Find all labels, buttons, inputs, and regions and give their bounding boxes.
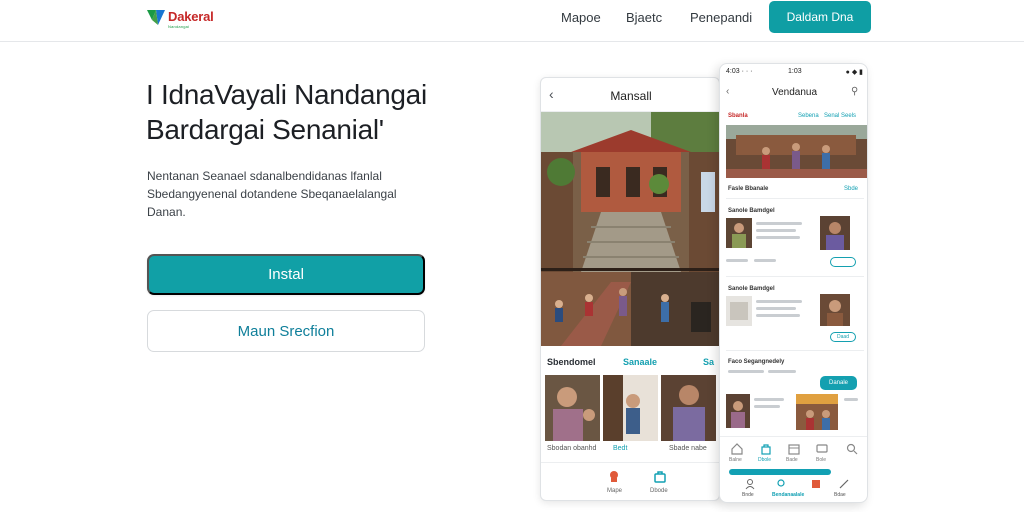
item-action-button[interactable]: [830, 257, 856, 267]
tab-label: Balne: [729, 457, 742, 463]
header-cta-button[interactable]: Daldam Dna: [769, 1, 871, 33]
hero-title-line-1: I IdnaVayali Nandangai: [146, 79, 427, 110]
tab-label: Mape: [607, 488, 623, 494]
logo-mark-icon: [147, 10, 165, 25]
logo-text: Dakeral: [168, 9, 214, 24]
list-item-photo[interactable]: [820, 216, 850, 250]
tab-label: Bade: [786, 457, 798, 463]
featured-photo[interactable]: [726, 125, 867, 178]
calendar-icon[interactable]: [788, 443, 800, 455]
section-link[interactable]: Sbde: [844, 186, 858, 192]
text-placeholder: [756, 222, 802, 225]
thumbnail-photo[interactable]: [603, 375, 658, 441]
hero-description-line-2: Sbedangyenenal dotandene Sbeqanaelalanga…: [147, 187, 397, 201]
hero-description: Nentanan Seanael sdanalbendidanas lfanla…: [147, 167, 417, 221]
hero-link[interactable]: Sebena: [798, 113, 819, 119]
map-pin-icon[interactable]: [607, 469, 621, 483]
phone-back-header: ‹ Mansall: [541, 78, 719, 112]
text-placeholder: [756, 229, 796, 232]
people-icon[interactable]: [744, 478, 756, 490]
building-photo-illustration: [541, 112, 719, 346]
phone-back-tab-bar: Mape Dbode: [541, 462, 719, 500]
item-action-button-solid[interactable]: Danale: [820, 376, 857, 390]
logo-subtext: Nandangai: [168, 24, 190, 29]
thumbnail-photo[interactable]: [545, 375, 600, 441]
learn-more-button[interactable]: Maun Srecfion: [147, 310, 425, 352]
thumbnail-photo[interactable]: [661, 375, 716, 441]
bottom-nav-label: Bnde: [742, 492, 754, 498]
text-placeholder: [754, 398, 784, 401]
hero-title: I IdnaVayali Nandangai Bardargai Senania…: [146, 77, 476, 147]
tab-label: Dbode: [650, 488, 668, 494]
phone-back-section-link-2[interactable]: Sa: [703, 357, 714, 367]
nav-link-2[interactable]: Bjaetc: [626, 10, 662, 25]
hero-description-line-3: Danan.: [147, 205, 186, 219]
search-icon[interactable]: ⚲: [851, 86, 858, 97]
thumbnail-label: Sbade nabe: [669, 445, 707, 452]
hero-title-line-2: Bardargai Senanial': [146, 114, 384, 145]
category-label: Sbanla: [728, 113, 748, 119]
text-placeholder: [756, 307, 796, 310]
list-item-photo[interactable]: [726, 296, 752, 326]
shopping-bag-icon[interactable]: [653, 469, 667, 483]
tab-label: Bole: [816, 457, 827, 463]
phone-front-title: Vendanua: [771, 87, 818, 98]
phone-mockup-back: ‹ Mansall Sbendomel Sanaale Sa Sbodan ob…: [540, 77, 720, 501]
thumbnail-label: Sbodan obanhd: [547, 445, 597, 452]
hero-description-line-1: Nentanan Seanael sdanalbendidanas lfanla…: [147, 169, 382, 183]
nav-link-1[interactable]: Mapoe: [561, 10, 601, 25]
message-icon[interactable]: [816, 443, 828, 455]
hero-link[interactable]: Senal Seels: [824, 113, 856, 119]
status-left: 4:03 · · ·: [726, 68, 753, 75]
phone-back-section-link[interactable]: Sanaale: [623, 357, 657, 367]
bag-icon[interactable]: [760, 443, 772, 455]
phone-back-section-title: Sbendomel: [547, 357, 596, 367]
thumbnail-label: Bedt: [613, 445, 628, 452]
text-placeholder: [756, 236, 800, 239]
edit-icon[interactable]: [838, 478, 850, 490]
text-placeholder: [726, 259, 748, 262]
status-icons: ● ◆ ▮: [845, 69, 863, 76]
list-item-photo[interactable]: [726, 218, 752, 248]
text-placeholder: [754, 405, 780, 408]
search-icon[interactable]: [846, 443, 858, 455]
location-icon[interactable]: [775, 478, 787, 490]
building-photo: [541, 112, 719, 346]
text-placeholder: [768, 370, 796, 373]
text-placeholder: [756, 300, 802, 303]
phone-mockup-front: 4:03 · · · 1:03 ● ◆ ▮ ‹ Vendanua ⚲ Sbanl…: [719, 63, 868, 503]
nav-link-3[interactable]: Penepandi: [690, 10, 752, 25]
section-label: Sanole Bamdgel: [728, 208, 775, 214]
home-icon[interactable]: [731, 443, 743, 455]
bottom-nav-label: Bendanaalale: [772, 492, 805, 498]
section-label: Fasle Bbanale: [728, 186, 769, 192]
text-placeholder: [754, 259, 776, 262]
text-placeholder: [728, 370, 764, 373]
text-placeholder: [844, 398, 858, 401]
phone-back-title: Mansall: [610, 89, 652, 103]
section-label: Sanole Bamdgel: [728, 286, 775, 292]
list-item-photo[interactable]: [796, 394, 838, 430]
bottom-nav-label: Bdae: [834, 492, 846, 498]
divider: [726, 350, 864, 351]
status-time: 1:03: [788, 68, 802, 75]
list-item-photo[interactable]: [726, 394, 750, 428]
section-label: Faco Segangnedely: [728, 359, 785, 365]
text-placeholder: [756, 314, 800, 317]
phone-status-bar: 4:03 · · · 1:03 ● ◆ ▮: [720, 68, 867, 80]
notification-icon[interactable]: [810, 478, 822, 490]
list-item-photo[interactable]: [820, 294, 850, 326]
divider: [726, 198, 864, 199]
phone-front-tab-bar: Balne Dbole Bade Bole: [720, 436, 867, 466]
bottom-progress-bar: [729, 469, 831, 475]
tab-label: Dbole: [758, 457, 772, 463]
divider: [726, 276, 864, 277]
item-action-button[interactable]: Daad: [830, 332, 856, 342]
top-navigation-bar: Dakeral Nandangai Mapoe Bjaetc Penepandi…: [0, 0, 1024, 42]
install-button[interactable]: Instal: [147, 254, 425, 295]
phone-front-bottom-nav: Bnde Bendanaalale Bdae: [720, 476, 867, 502]
brand-logo[interactable]: Dakeral Nandangai: [146, 6, 236, 32]
